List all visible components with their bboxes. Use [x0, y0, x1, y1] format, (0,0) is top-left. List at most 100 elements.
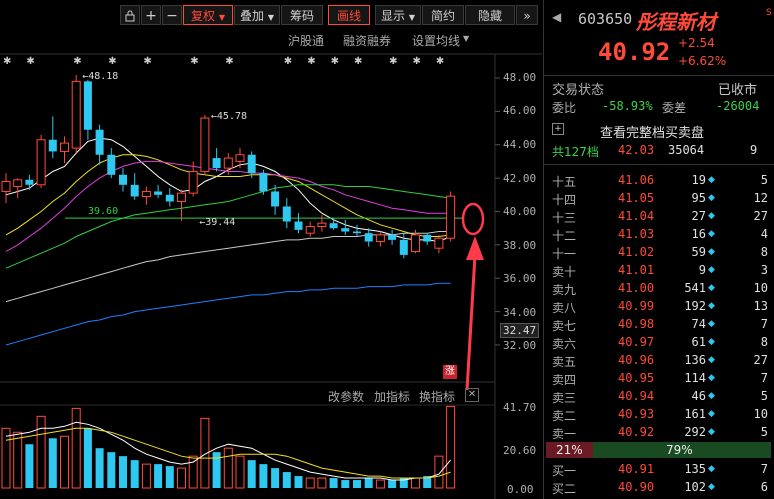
kline-chart[interactable]: ✱ ✱ ✱ ✱ ✱ ✱ ✱ ✱ ✱ ✱ ✱ ✱ ✱ ✱←48.18←45.7839.60←39.44: [0, 0, 542, 499]
diamond-icon: ◆: [708, 373, 715, 383]
bid-level-volume: 102: [684, 480, 706, 494]
ratio-bar: 21% 79%: [546, 442, 771, 458]
candle-body: [364, 233, 373, 242]
ask-level-volume: 292: [684, 425, 706, 439]
volume-bar: [1, 427, 11, 489]
ask-level-row[interactable]: 卖六 40.97 61 8 ◆: [544, 334, 774, 352]
volume-bar: [107, 452, 116, 488]
candle-body: [165, 194, 174, 202]
bid-level-row[interactable]: 买二 40.90 102 6 ◆: [544, 479, 774, 497]
huaxian-button[interactable]: 画线: [328, 5, 370, 25]
volume-bar: [48, 438, 57, 488]
minus-icon[interactable]: −: [162, 5, 182, 25]
ask-level-price: 41.04: [618, 209, 655, 223]
fuquan-button[interactable]: 复权 ▼: [183, 5, 233, 25]
chart-panel[interactable]: ✱ ✱ ✱ ✱ ✱ ✱ ✱ ✱ ✱ ✱ ✱ ✱ ✱ ✱ ←48.18 ←45.78 39.60 ←39.44 + …: [0, 0, 542, 499]
star-marker: ✱: [143, 56, 151, 67]
fuquan-label: 复权: [191, 9, 216, 23]
volume-bar: [259, 464, 268, 488]
weicha-label: 委差: [662, 101, 687, 115]
stock-name: 彤程新材: [636, 10, 716, 34]
switch-indicator-link[interactable]: 换指标: [419, 388, 455, 405]
ask-level-row[interactable]: 十二 41.03 16 4 ◆: [544, 226, 774, 244]
diamond-icon: ◆: [708, 482, 715, 492]
star-marker: ✱: [3, 56, 11, 67]
candle-body: [271, 191, 280, 207]
jianyue-button[interactable]: 简约: [422, 5, 464, 25]
ask-level-row[interactable]: 卖八 40.99 192 13 ◆: [544, 298, 774, 316]
trading-status-row: 交易状态 已收市: [544, 78, 774, 98]
chouma-button[interactable]: 筹码: [281, 5, 323, 25]
candle-body: [259, 173, 268, 192]
total-count: 9: [750, 143, 758, 157]
full-orderbook-row[interactable]: + 查看完整档买卖盘: [544, 121, 774, 141]
change-params-link[interactable]: 改参数: [328, 388, 364, 405]
full-orderbook-link[interactable]: 查看完整档买卖盘: [600, 122, 704, 141]
highlight-arrow-head: [466, 236, 484, 260]
yincang-button[interactable]: 隐藏: [465, 5, 515, 25]
ask-level-row[interactable]: 十一 41.02 59 8 ◆: [544, 244, 774, 262]
plus-icon[interactable]: +: [141, 5, 161, 25]
ma-settings-link[interactable]: 设置均线: [412, 32, 460, 49]
diamond-icon: ◆: [708, 319, 715, 329]
hugutong-link[interactable]: 沪股通: [288, 32, 324, 49]
ask-level-price: 41.05: [618, 191, 655, 205]
candle-body: [247, 154, 256, 174]
ask-level-label: 卖八: [552, 301, 577, 315]
ask-level-price: 40.92: [618, 425, 655, 439]
highlight-circle: [461, 202, 485, 236]
diamond-icon: ◆: [708, 283, 715, 293]
bid-level-row[interactable]: 买一 40.91 135 7 ◆: [544, 461, 774, 479]
candle-body: [341, 228, 350, 232]
add-indicator-link[interactable]: 加指标: [374, 388, 410, 405]
sell-ratio-text: 79%: [666, 443, 693, 457]
volume-bar: [95, 448, 104, 488]
rongzi-link[interactable]: 融资融券: [343, 32, 391, 49]
candle-body: [317, 222, 327, 228]
diamond-icon: ◆: [708, 229, 715, 239]
ask-level-row[interactable]: 卖四 40.95 114 7 ◆: [544, 370, 774, 388]
candle-body: [119, 174, 127, 185]
y-tick-44: 44.00: [503, 138, 537, 151]
quote-header: ◀ 603650 彤程新材 S 40.92 +2.54 +6.62%: [544, 0, 774, 72]
ask-level-row[interactable]: 卖七 40.98 74 7 ◆: [544, 316, 774, 334]
weicha-value: -26004: [716, 99, 760, 113]
ask-level-count: 5: [760, 389, 768, 403]
ask-level-volume: 61: [691, 335, 706, 349]
diamond-icon: ◆: [708, 355, 715, 365]
double-chevron-right-icon[interactable]: »: [516, 5, 538, 25]
ask-level-row[interactable]: 卖一 40.92 292 5 ◆: [544, 424, 774, 442]
ask-level-label: 卖四: [552, 373, 577, 387]
volume-bar: [13, 431, 23, 489]
close-icon[interactable]: ✕: [465, 388, 479, 402]
dropdown-arrow-icon: ▼: [408, 13, 415, 22]
ask-level-count: 27: [753, 353, 768, 367]
diejia-button[interactable]: 叠加 ▼: [234, 5, 280, 25]
xianshi-button[interactable]: 显示 ▼: [375, 5, 421, 25]
ask-level-row[interactable]: 十三 41.04 27 27 ◆: [544, 208, 774, 226]
volume-bar: [388, 480, 397, 488]
lock-icon[interactable]: [120, 5, 140, 25]
candle-body: [1, 180, 11, 192]
vol-tick-max: 41.70: [503, 401, 537, 414]
candle-body: [36, 139, 46, 186]
y-tick-40: 40.00: [503, 205, 537, 218]
back-arrow-icon[interactable]: ◀: [552, 10, 561, 24]
quote-panel: ◀ 603650 彤程新材 S 40.92 +2.54 +6.62% 交易状态 …: [543, 0, 774, 499]
ask-level-row[interactable]: 十四 41.05 95 12 ◆: [544, 190, 774, 208]
candle-body: [411, 234, 420, 253]
diamond-icon: ◆: [708, 193, 715, 203]
candle-body: [423, 234, 432, 242]
ask-level-row[interactable]: 卖九 41.00 541 10 ◆: [544, 280, 774, 298]
ask-level-row[interactable]: 卖二 40.93 161 10 ◆: [544, 406, 774, 424]
ask-level-price: 40.93: [618, 407, 655, 421]
ask-level-row[interactable]: 卖十 41.01 9 3 ◆: [544, 262, 774, 280]
yincang-label: 隐藏: [477, 9, 502, 23]
ask-level-row[interactable]: 十五 41.06 19 5 ◆: [544, 172, 774, 190]
ask-level-count: 27: [753, 209, 768, 223]
candle-body: [399, 239, 408, 255]
candle-body: [48, 139, 57, 152]
total-levels-row: 共127档 42.03 35064 9: [544, 142, 774, 160]
ask-level-row[interactable]: 卖五 40.96 136 27 ◆: [544, 352, 774, 370]
ask-level-row[interactable]: 卖三 40.94 46 5 ◆: [544, 388, 774, 406]
